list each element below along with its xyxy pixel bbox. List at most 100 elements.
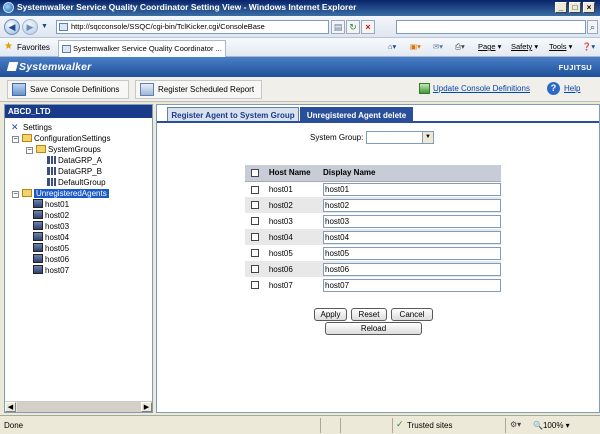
display-name-input[interactable]: host05 xyxy=(323,246,501,260)
display-name-input[interactable]: host04 xyxy=(323,230,501,244)
help-icon[interactable]: ? xyxy=(547,82,560,95)
save-icon xyxy=(12,83,26,96)
systemwalker-logo: Systemwalker xyxy=(6,61,91,73)
tree-settings[interactable]: ✕ Settings xyxy=(11,122,52,133)
help-link[interactable]: Help xyxy=(564,84,580,93)
navigation-tree-pane: ABCD_LTD ✕ Settings − ConfigurationSettin… xyxy=(4,104,153,413)
tab-page-icon xyxy=(62,45,71,53)
tab-unregistered-agent-delete[interactable]: Unregistered Agent delete xyxy=(300,107,413,122)
scroll-thumb[interactable] xyxy=(17,402,141,412)
display-name-input[interactable]: host01 xyxy=(323,182,501,196)
horizontal-scrollbar[interactable]: ◀ ▶ xyxy=(5,401,152,412)
chevron-down-icon[interactable]: ▼ xyxy=(422,132,433,143)
tab-register-agent[interactable]: Register Agent to System Group xyxy=(167,107,299,122)
update-console-definitions-link[interactable]: Update Console Definitions xyxy=(433,84,530,93)
tree-host-item[interactable]: host06 xyxy=(33,254,69,265)
scroll-left-icon[interactable]: ◀ xyxy=(5,402,16,412)
safety-menu[interactable]: Safety ▾ xyxy=(511,42,538,51)
tree-unregistered-agents[interactable]: UnregisteredAgents xyxy=(22,188,109,199)
page-menu[interactable]: Page ▾ xyxy=(478,42,501,51)
status-divider xyxy=(505,418,506,433)
display-name-input[interactable]: host06 xyxy=(323,262,501,276)
tree-system-groups[interactable]: SystemGroups xyxy=(36,144,101,155)
tree-group-item[interactable]: DataGRP_A xyxy=(47,155,102,166)
home-icon[interactable]: ⌂▾ xyxy=(388,42,396,51)
row-checkbox[interactable] xyxy=(251,233,259,242)
row-checkbox[interactable] xyxy=(251,185,259,194)
favorites-row: ★ Favorites Systemwalker Service Quality… xyxy=(0,38,600,57)
select-all-checkbox[interactable] xyxy=(251,169,259,178)
minimize-button[interactable]: _ xyxy=(555,2,567,13)
tree-host-item[interactable]: host01 xyxy=(33,199,69,210)
host-name-cell: host03 xyxy=(268,216,293,226)
status-divider xyxy=(320,418,321,433)
tab-underline xyxy=(157,121,599,123)
forward-button[interactable]: ▶ xyxy=(22,19,38,35)
tree-root-header: ABCD_LTD xyxy=(5,105,152,118)
tree-group-item[interactable]: DefaultGroup xyxy=(47,177,106,188)
maximize-button[interactable]: □ xyxy=(569,2,581,13)
mail-icon[interactable]: ✉▾ xyxy=(433,42,443,51)
close-button[interactable]: × xyxy=(583,2,595,13)
host-icon xyxy=(33,210,43,219)
favorites-star-icon[interactable]: ★ xyxy=(4,42,13,52)
refresh-icon[interactable]: ↻ xyxy=(346,20,360,34)
expand-toggle-icon[interactable]: − xyxy=(12,136,19,143)
favorites-button[interactable]: Favorites xyxy=(17,43,50,52)
ie-icon xyxy=(3,2,14,13)
row-checkbox[interactable] xyxy=(251,281,259,290)
data-group-icon xyxy=(47,178,56,186)
register-scheduled-report-button[interactable]: Register Scheduled Report xyxy=(135,80,262,99)
protected-mode-icon[interactable]: ⚙▾ xyxy=(510,420,521,429)
host-name-cell: host05 xyxy=(268,248,293,258)
display-name-input[interactable]: host02 xyxy=(323,198,501,212)
tree-host-item[interactable]: host03 xyxy=(33,221,69,232)
row-checkbox[interactable] xyxy=(251,201,259,210)
tools-menu[interactable]: Tools ▾ xyxy=(549,42,572,51)
tree-host-item[interactable]: host04 xyxy=(33,232,69,243)
cancel-button[interactable]: Cancel xyxy=(391,308,433,321)
tree-host-item[interactable]: host02 xyxy=(33,210,69,221)
status-bar: Done ✓ Trusted sites ⚙▾ 🔍100% ▾ xyxy=(0,415,600,434)
row-checkbox[interactable] xyxy=(251,265,259,274)
compatibility-icon[interactable]: ▤ xyxy=(331,20,345,34)
back-button[interactable]: ◀ xyxy=(4,19,20,35)
stop-icon[interactable]: × xyxy=(361,20,375,34)
save-console-definitions-button[interactable]: Save Console Definitions xyxy=(7,80,129,99)
scroll-right-icon[interactable]: ▶ xyxy=(141,402,152,412)
search-input[interactable] xyxy=(396,20,586,34)
system-group-select[interactable]: ▼ xyxy=(366,131,434,144)
tree-group-item[interactable]: DataGRP_B xyxy=(47,166,102,177)
display-name-input[interactable]: host07 xyxy=(323,278,501,292)
history-dropdown-icon[interactable]: ▼ xyxy=(41,23,48,30)
address-text: http://sqcconsole/SSQC/cgi-bin/TclKicker… xyxy=(71,22,265,31)
expand-toggle-icon[interactable]: − xyxy=(12,191,19,198)
apply-button[interactable]: Apply xyxy=(314,308,347,321)
table-row: host07 host07 xyxy=(245,277,501,293)
feeds-icon[interactable]: ▣▾ xyxy=(410,42,421,51)
agents-table: Host Name Display Name host01 host01 hos… xyxy=(245,165,501,293)
tree-configuration-settings[interactable]: ConfigurationSettings xyxy=(22,133,111,144)
help-menu-icon[interactable]: ❓▾ xyxy=(582,42,595,51)
tree-host-item[interactable]: host07 xyxy=(33,265,69,276)
address-bar-row: ◀ ▶ ▼ http://sqcconsole/SSQC/cgi-bin/Tcl… xyxy=(0,16,600,38)
security-zone[interactable]: Trusted sites xyxy=(407,421,453,430)
tree-host-item[interactable]: host05 xyxy=(33,243,69,254)
report-icon xyxy=(140,83,154,96)
print-icon[interactable]: ⎙▾ xyxy=(455,42,465,52)
browser-tab[interactable]: Systemwalker Service Quality Coordinator… xyxy=(58,40,226,57)
expand-toggle-icon[interactable]: − xyxy=(26,147,33,154)
row-checkbox[interactable] xyxy=(251,217,259,226)
reload-button[interactable]: Reload xyxy=(325,322,422,335)
host-icon xyxy=(33,254,43,263)
reset-button[interactable]: Reset xyxy=(351,308,387,321)
update-icon xyxy=(419,83,430,94)
fujitsu-logo: FUJITSU xyxy=(558,63,592,72)
display-name-input[interactable]: host03 xyxy=(323,214,501,228)
address-input[interactable]: http://sqcconsole/SSQC/cgi-bin/TclKicker… xyxy=(56,20,329,34)
window-title: Systemwalker Service Quality Coordinator… xyxy=(17,2,357,12)
zoom-level[interactable]: 🔍100% ▾ xyxy=(533,421,570,430)
table-row: host03 host03 xyxy=(245,213,501,229)
row-checkbox[interactable] xyxy=(251,249,259,258)
search-icon[interactable]: ⌕ xyxy=(587,20,598,34)
